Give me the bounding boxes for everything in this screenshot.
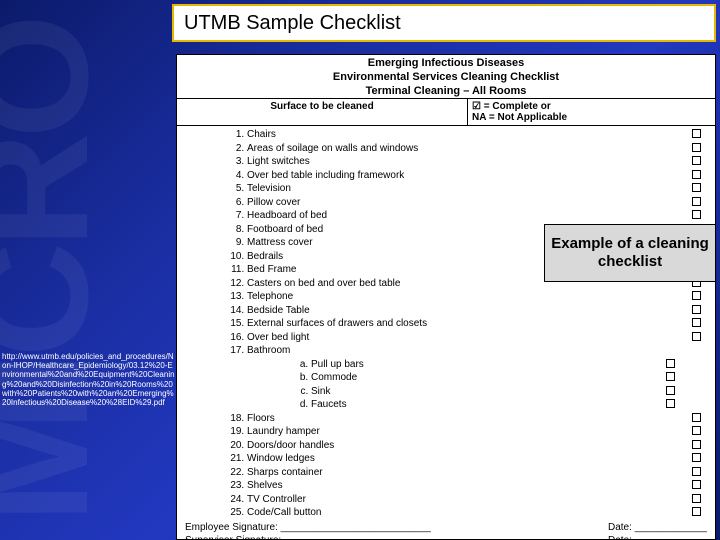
checkbox-icon: [692, 318, 701, 327]
checklist-item: Code/Call button: [247, 506, 709, 520]
date-1: Date: _____________: [608, 522, 707, 533]
emp-line: ___________________________: [281, 522, 431, 533]
checkbox-icon: [692, 143, 701, 152]
slide-title: UTMB Sample Checklist: [184, 12, 401, 35]
checklist-item: Light switches: [247, 155, 709, 169]
checklist-item: Window ledges: [247, 452, 709, 466]
checklist-sub-item: Sink: [311, 385, 683, 399]
sup-line: __________________________: [284, 535, 429, 540]
checklist-item: Pillow cover: [247, 196, 709, 210]
checkbox-icon: [666, 386, 675, 395]
checkbox-icon: [692, 291, 701, 300]
checkbox-icon: [666, 399, 675, 408]
background-watermark: MICRO: [0, 20, 104, 523]
supervisor-signature: Supervisor Signature: __________________…: [185, 535, 429, 540]
checklist-items: ChairsAreas of soilage on walls and wind…: [177, 126, 715, 520]
checkbox-icon: [692, 426, 701, 435]
checkbox-icon: [692, 156, 701, 165]
checklist-item: External surfaces of drawers and closets: [247, 317, 709, 331]
checklist-item: Telephone: [247, 290, 709, 304]
surface-header-table: Surface to be cleaned ☑ = Complete or NA…: [177, 98, 715, 126]
signature-row-2: Supervisor Signature: __________________…: [177, 533, 715, 540]
checkbox-icon: [692, 413, 701, 422]
emp-label: Employee Signature:: [185, 522, 278, 533]
item-list: ChairsAreas of soilage on walls and wind…: [183, 128, 709, 520]
checkbox-icon: [692, 197, 701, 206]
checklist-item: Sharps container: [247, 466, 709, 480]
checkbox-icon: [692, 507, 701, 516]
title-box: UTMB Sample Checklist: [172, 4, 716, 42]
checklist-item: TV Controller: [247, 493, 709, 507]
checkbox-icon: [692, 210, 701, 219]
employee-signature: Employee Signature: ____________________…: [185, 522, 431, 533]
header-line-1: Emerging Infectious Diseases: [177, 57, 715, 71]
date-line-1: _____________: [635, 522, 707, 533]
date-line-2: _____________: [635, 535, 707, 540]
checklist-item: Over bed light: [247, 331, 709, 345]
checklist-item: BathroomPull up barsCommodeSinkFaucets: [247, 344, 709, 412]
bathroom-sublist: Pull up barsCommodeSinkFaucets: [247, 358, 683, 412]
checklist-header: Emerging Infectious Diseases Environment…: [177, 55, 715, 98]
surface-right-cell: ☑ = Complete or NA = Not Applicable: [468, 99, 715, 126]
checklist-item: Shelves: [247, 479, 709, 493]
slide: MICRO UTMB Sample Checklist Emerging Inf…: [0, 0, 720, 540]
checkbox-icon: [692, 170, 701, 179]
checkbox-icon: [666, 359, 675, 368]
checklist-sub-item: Commode: [311, 371, 683, 385]
checkbox-icon: [692, 467, 701, 476]
checkbox-icon: [692, 183, 701, 192]
checklist-sub-item: Pull up bars: [311, 358, 683, 372]
checklist-item: Laundry hamper: [247, 425, 709, 439]
checklist-item: Areas of soilage on walls and windows: [247, 142, 709, 156]
checklist-item: Television: [247, 182, 709, 196]
date-label-2: Date:: [608, 535, 632, 540]
checkbox-icon: [692, 129, 701, 138]
date-2: Date: _____________: [608, 535, 707, 540]
surface-right-line2: NA = Not Applicable: [472, 112, 711, 123]
checklist-item: Doors/door handles: [247, 439, 709, 453]
surface-right-line1: ☑ = Complete or: [472, 101, 711, 112]
header-line-3: Terminal Cleaning – All Rooms: [177, 85, 715, 99]
callout-text: Example of a cleaning checklist: [549, 235, 711, 271]
checklist-sub-item: Faucets: [311, 398, 683, 412]
checkbox-icon: [692, 453, 701, 462]
checklist-document: Emerging Infectious Diseases Environment…: [176, 54, 716, 540]
checklist-item: Chairs: [247, 128, 709, 142]
checkbox-icon: [692, 440, 701, 449]
checkbox-icon: [692, 480, 701, 489]
sup-label: Supervisor Signature:: [185, 535, 281, 540]
checkbox-icon: [692, 494, 701, 503]
page-number: 77: [699, 518, 712, 532]
checkbox-icon: [692, 332, 701, 341]
checkbox-icon: [666, 372, 675, 381]
surface-left-cell: Surface to be cleaned: [177, 99, 468, 126]
signature-row-1: Employee Signature: ____________________…: [177, 520, 715, 533]
header-line-2: Environmental Services Cleaning Checklis…: [177, 71, 715, 85]
checklist-item: Floors: [247, 412, 709, 426]
checklist-item: Bedside Table: [247, 304, 709, 318]
checklist-item: Headboard of bed: [247, 209, 709, 223]
source-url: http://www.utmb.edu/policies_and_procedu…: [2, 352, 176, 407]
date-label-1: Date:: [608, 522, 632, 533]
callout-box: Example of a cleaning checklist: [544, 224, 716, 282]
checklist-item: Over bed table including framework: [247, 169, 709, 183]
checkbox-icon: [692, 305, 701, 314]
